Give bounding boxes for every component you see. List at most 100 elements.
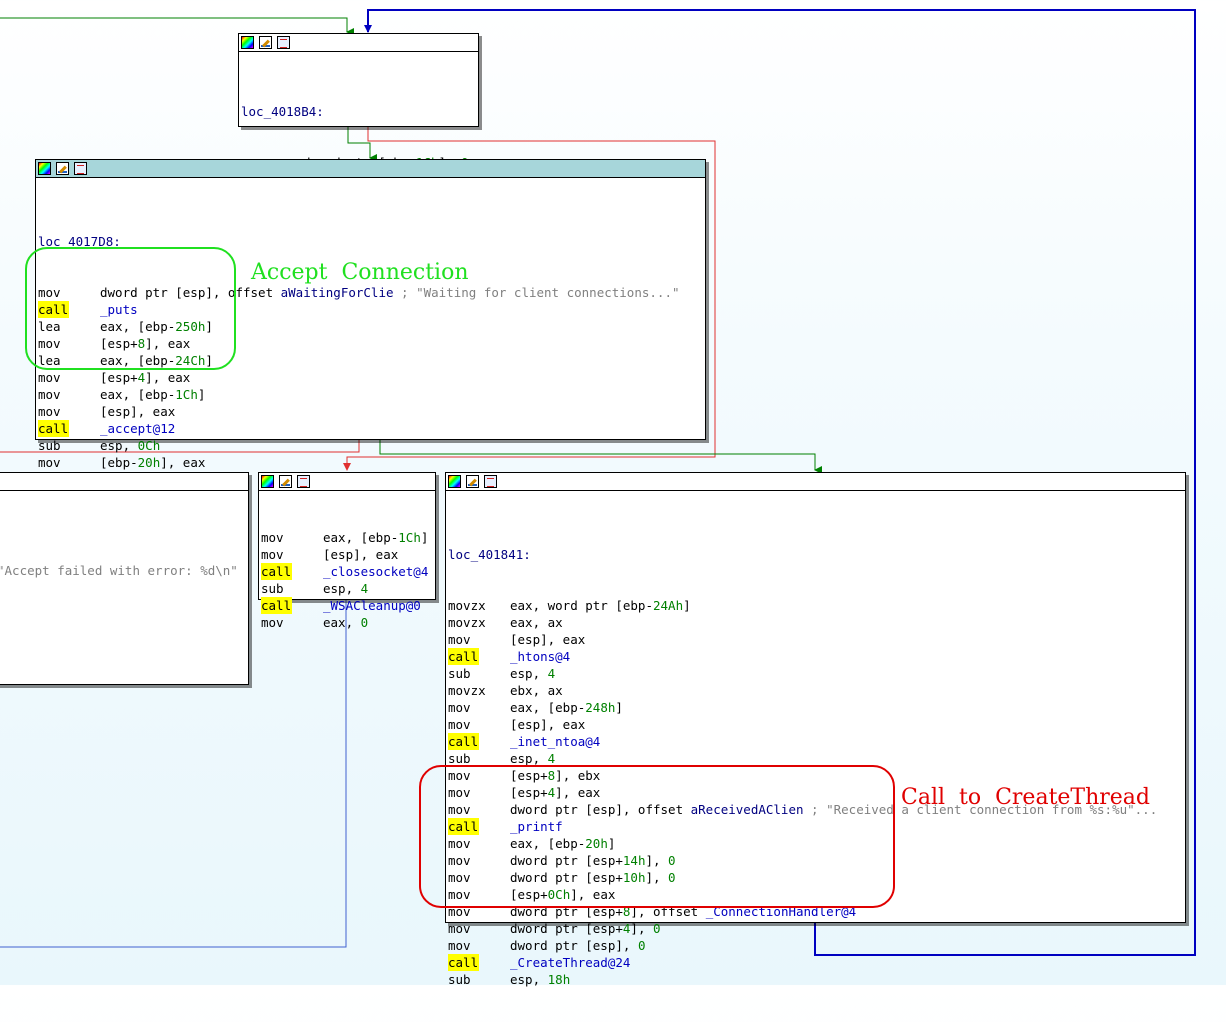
edit-icon[interactable] [279, 475, 292, 488]
operand: 24Ah [653, 598, 684, 613]
mnemonic[interactable]: sub [261, 580, 323, 597]
asm-line[interactable]: mov eax, [ebp- 1Ch] [261, 529, 433, 546]
asm-line[interactable]: mov eax, [ebp- 1Ch] [38, 386, 703, 403]
asm-line[interactable]: call _closesocket@4 [261, 563, 433, 580]
block-header [36, 160, 705, 178]
mnemonic[interactable]: mov [261, 546, 323, 563]
mnemonic[interactable]: mov [261, 614, 323, 631]
operand[interactable]: _CreateThread@24 [510, 954, 630, 971]
asm-line[interactable]: sub esp, 0Ch [38, 437, 703, 454]
operand: ], eax [145, 370, 191, 385]
mnemonic[interactable]: call [448, 733, 479, 750]
operand: [esp], eax [510, 717, 586, 732]
asm-line[interactable]: mov [esp], eax [38, 403, 703, 420]
mnemonic[interactable]: call [261, 563, 292, 580]
operand: 1Ch [175, 387, 198, 402]
asm-line[interactable]: sub esp, 4 [261, 580, 433, 597]
operand: eax, [323, 615, 361, 630]
mnemonic[interactable]: mov [38, 403, 100, 420]
mnemonic[interactable]: sub [448, 665, 510, 682]
mnemonic[interactable]: mov [38, 386, 100, 403]
code-block-cleanup[interactable]: mov eax, [ebp- 1Ch] mov [esp], eax call _close… [258, 472, 436, 630]
ida-graph-view[interactable]: loc_4018B4: cmpdword ptr [ebp-1Ch], 0jnz… [0, 0, 1226, 988]
asm-line[interactable]: call _inet_ntoa@4 [448, 733, 1183, 750]
graph-icon[interactable] [74, 162, 87, 175]
code-block-accept-failed[interactable]: "Accept failed with error: %d\n" [0, 472, 249, 685]
edit-icon[interactable] [56, 162, 69, 175]
operand[interactable]: _htons@4 [510, 648, 570, 665]
operand[interactable]: aWaitingForClie [281, 284, 394, 301]
operand: esp, [510, 972, 548, 987]
operand[interactable]: _accept@12 [100, 420, 175, 437]
asm-line[interactable]: sub esp, 4 [448, 665, 1183, 682]
operand: 4 [547, 666, 556, 681]
operand: 4 [137, 370, 146, 385]
asm-line[interactable]: call _CreateThread@24 [448, 954, 1183, 971]
mnemonic[interactable]: mov [448, 920, 510, 937]
asm-line[interactable]: mov [esp], eax [448, 631, 1183, 648]
asm-line[interactable]: mov [esp], eax [448, 716, 1183, 733]
graph-icon[interactable] [484, 475, 497, 488]
operand: 20h [137, 455, 161, 470]
asm-line[interactable]: call _accept@12 [38, 420, 703, 437]
asm-line[interactable]: movzx ebx, ax [448, 682, 1183, 699]
mnemonic[interactable]: mov [448, 937, 510, 954]
mnemonic[interactable]: call [38, 420, 69, 437]
mnemonic[interactable]: mov [38, 369, 100, 386]
asm-line[interactable]: mov dword ptr [esp], 0 [448, 937, 1183, 954]
asm-line[interactable]: mov [esp], eax [261, 546, 433, 563]
operand: eax, [ebp- [100, 387, 176, 402]
asm-line[interactable]: movzx eax, word ptr [ebp- 24Ah] [448, 597, 1183, 614]
operand[interactable]: _inet_ntoa@4 [510, 733, 600, 750]
accept-connection-highlight [25, 247, 236, 370]
operand: [esp], eax [323, 547, 399, 562]
asm-line[interactable]: mov dword ptr [esp+ 4], 0 [448, 920, 1183, 937]
mnemonic[interactable]: movzx [448, 682, 510, 699]
edge-into-top [0, 17, 354, 36]
code-block-loc-4018b4[interactable]: loc_4018B4: cmpdword ptr [ebp-1Ch], 0jnz… [238, 33, 479, 187]
create-thread-annotation: Call to CreateThread [901, 785, 1151, 810]
color-icon[interactable] [38, 162, 51, 175]
operand[interactable]: _WSACleanup@0 [323, 597, 421, 614]
asm-line[interactable]: call _WSACleanup@0 [261, 597, 433, 614]
color-icon[interactable] [261, 475, 274, 488]
asm-line[interactable]: mov [ebp- 20h], eax [38, 454, 703, 471]
mnemonic[interactable]: call [448, 648, 479, 665]
asm-line[interactable]: sub esp, 18h [448, 971, 1183, 988]
asm-line[interactable]: movzx eax, ax [448, 614, 1183, 631]
color-icon[interactable] [448, 475, 461, 488]
asm-line[interactable]: call _htons@4 [448, 648, 1183, 665]
operand: 248h [585, 700, 616, 715]
graph-icon[interactable] [277, 36, 290, 49]
operand: [esp], eax [100, 404, 176, 419]
mnemonic[interactable]: call [448, 954, 479, 971]
operand: eax, ax [510, 615, 563, 630]
asm-line[interactable]: mov [esp+ 4], eax [38, 369, 703, 386]
asm-line[interactable]: mov eax, [ebp- 248h] [448, 699, 1183, 716]
operand[interactable]: _closesocket@4 [323, 563, 428, 580]
mnemonic[interactable]: sub [38, 437, 100, 454]
color-icon[interactable] [241, 36, 254, 49]
format-string-comment: "Accept failed with error: %d\n" [0, 563, 238, 578]
block-label[interactable]: loc_401841: [448, 546, 531, 563]
graph-icon[interactable] [297, 475, 310, 488]
edit-icon[interactable] [259, 36, 272, 49]
mnemonic[interactable]: mov [448, 716, 510, 733]
block-header [446, 473, 1185, 491]
mnemonic[interactable]: mov [38, 454, 100, 471]
operand: esp, [100, 438, 138, 453]
asm-line[interactable]: mov eax, 0 [261, 614, 433, 631]
operand: 0 [653, 921, 661, 936]
mnemonic[interactable]: mov [261, 529, 323, 546]
operand: [esp], eax [510, 632, 586, 647]
mnemonic[interactable]: sub [448, 971, 510, 988]
edit-icon[interactable] [466, 475, 479, 488]
mnemonic[interactable]: movzx [448, 597, 510, 614]
block-label[interactable]: loc_4018B4: [241, 103, 324, 120]
operand: ], [630, 921, 653, 936]
mnemonic[interactable]: movzx [448, 614, 510, 631]
operand: dword ptr [esp], [510, 938, 638, 953]
mnemonic[interactable]: call [261, 597, 292, 614]
mnemonic[interactable]: mov [448, 699, 510, 716]
mnemonic[interactable]: mov [448, 631, 510, 648]
